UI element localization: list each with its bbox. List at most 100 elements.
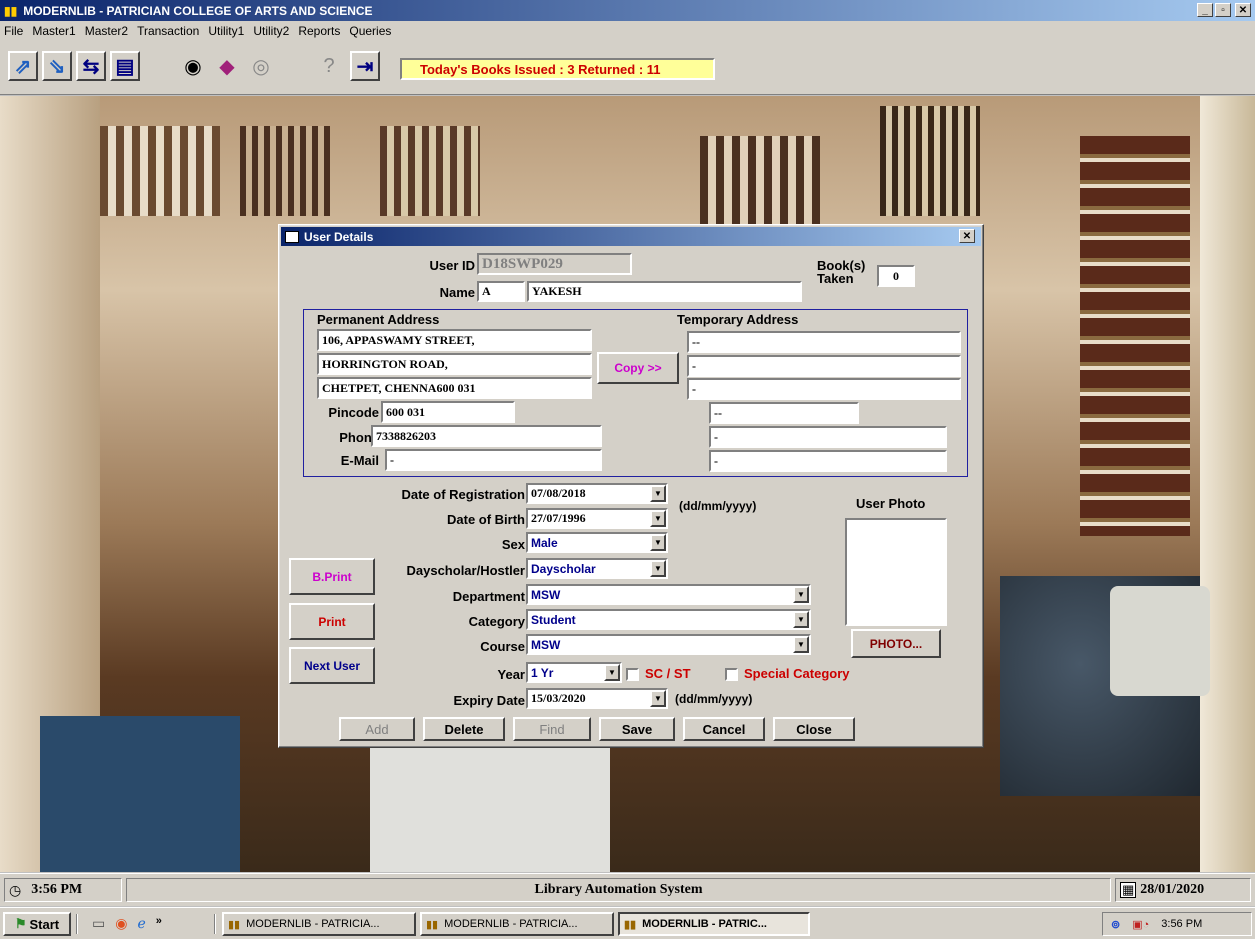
menu-reports[interactable]: Reports	[298, 24, 340, 38]
year-select[interactable]: 1 Yr ▼	[526, 662, 622, 683]
category-select[interactable]: Student ▼	[526, 609, 811, 630]
eye-icon[interactable]: ◉	[178, 51, 208, 81]
temp-address-line2[interactable]: -	[687, 355, 961, 377]
name-field[interactable]: YAKESH	[527, 281, 802, 302]
perm-address-line2[interactable]: HORRINGTON ROAD,	[317, 353, 592, 375]
menu-utility2[interactable]: Utility2	[253, 24, 289, 38]
phone-field[interactable]: 7338826203	[371, 425, 602, 447]
minimize-button[interactable]: _	[1197, 3, 1213, 17]
task-app-icon-3: ▮▮	[624, 918, 637, 931]
special-category-label: Special Category	[744, 666, 850, 681]
help-icon[interactable]: ?	[314, 51, 344, 81]
book-icon[interactable]: ◆	[212, 51, 242, 81]
department-select[interactable]: MSW ▼	[526, 584, 811, 605]
perm-address-line1-value: 106, APPASWAMY STREET,	[322, 332, 475, 347]
category-dropdown-icon[interactable]: ▼	[793, 611, 809, 628]
menu-file[interactable]: File	[4, 24, 23, 38]
task-item-3[interactable]: ▮▮ MODERNLIB - PATRIC...	[618, 912, 810, 936]
report-icon[interactable]: ▤	[110, 51, 140, 81]
expiry-label: Expiry Date	[453, 693, 525, 708]
temp-email-field[interactable]: -	[709, 450, 947, 472]
sex-dropdown-icon[interactable]: ▼	[650, 534, 666, 551]
task-item-1[interactable]: ▮▮ MODERNLIB - PATRICIA...	[222, 912, 416, 936]
course-dropdown-icon[interactable]: ▼	[793, 636, 809, 653]
close-window-button[interactable]: ✕	[1235, 3, 1251, 17]
expiry-date-picker[interactable]: 15/03/2020 ▼	[526, 688, 668, 709]
windows-logo-icon: ⚑	[14, 916, 27, 931]
dayscholar-value: Dayscholar	[531, 561, 596, 576]
dialog-close-button[interactable]: ✕	[959, 229, 975, 243]
user-id-field[interactable]: D18SWP029	[477, 253, 632, 275]
show-desktop-icon[interactable]: ▭	[92, 915, 105, 932]
menu-transaction[interactable]: Transaction	[137, 24, 199, 38]
course-select[interactable]: MSW ▼	[526, 634, 811, 655]
delete-button[interactable]: Delete	[423, 717, 505, 741]
dob-picker[interactable]: 27/07/1996 ▼	[526, 508, 668, 529]
dob-label: Date of Birth	[447, 512, 525, 527]
ie-icon[interactable]: ℯ	[137, 915, 145, 932]
task-label-2: MODERNLIB - PATRICIA...	[444, 918, 578, 930]
books-taken-label: Book(s) Taken	[817, 259, 865, 285]
app-icon: ▮▮	[4, 3, 18, 18]
dialog-title: User Details	[304, 229, 374, 244]
reg-date-picker[interactable]: 07/08/2018 ▼	[526, 483, 668, 504]
perm-address-line1[interactable]: 106, APPASWAMY STREET,	[317, 329, 592, 351]
special-category-checkbox[interactable]	[725, 668, 738, 681]
return-icon[interactable]: ⇘	[42, 51, 72, 81]
menu-master1[interactable]: Master1	[32, 24, 75, 38]
photo-button[interactable]: PHOTO...	[851, 629, 941, 658]
dayscholar-select[interactable]: Dayscholar ▼	[526, 558, 668, 579]
perm-address-line2-value: HORRINGTON ROAD,	[322, 356, 448, 371]
dayscholar-dropdown-icon[interactable]: ▼	[650, 560, 666, 577]
task-item-2[interactable]: ▮▮ MODERNLIB - PATRICIA...	[420, 912, 614, 936]
email-field[interactable]: -	[385, 449, 602, 471]
reg-date-dropdown-icon[interactable]: ▼	[650, 485, 666, 502]
find-button[interactable]: Find	[513, 717, 591, 741]
temp-phone-field[interactable]: -	[709, 426, 947, 448]
maximize-button[interactable]: ▫	[1215, 3, 1231, 17]
department-dropdown-icon[interactable]: ▼	[793, 586, 809, 603]
chrome-icon[interactable]: ◉	[115, 915, 127, 932]
dob-dropdown-icon[interactable]: ▼	[650, 510, 666, 527]
year-dropdown-icon[interactable]: ▼	[604, 664, 620, 681]
cd-icon[interactable]: ◎	[246, 51, 276, 81]
transfer-icon[interactable]: ⇆	[76, 51, 106, 81]
bprint-button-label: B.Print	[312, 569, 352, 584]
print-button[interactable]: Print	[289, 603, 375, 640]
bprint-button[interactable]: B.Print	[289, 558, 375, 595]
menu-queries[interactable]: Queries	[349, 24, 391, 38]
user-photo-label: User Photo	[856, 496, 926, 511]
add-button-label: Add	[365, 721, 389, 737]
expiry-dropdown-icon[interactable]: ▼	[650, 690, 666, 707]
today-banner-text: Today's Books Issued : 3 Returned : 11	[420, 61, 661, 77]
pincode-field[interactable]: 600 031	[381, 401, 515, 423]
cancel-button[interactable]: Cancel	[683, 717, 765, 741]
tray-shield-icon[interactable]: ⊚	[1111, 918, 1120, 931]
temp-address-line1[interactable]: --	[687, 331, 961, 353]
save-button[interactable]: Save	[599, 717, 675, 741]
temp-address-line3[interactable]: -	[687, 378, 961, 400]
perm-address-line3[interactable]: CHETPET, CHENNA600 031	[317, 377, 592, 399]
next-user-button[interactable]: Next User	[289, 647, 375, 684]
taskbar: ⚑ Start ▭ ◉ ℯ » ▮▮ MODERNLIB - PATRICIA.…	[0, 907, 1255, 939]
close-button[interactable]: Close	[773, 717, 855, 741]
name-label: Name	[439, 285, 475, 300]
sc-st-checkbox[interactable]	[626, 668, 639, 681]
menu-utility1[interactable]: Utility1	[208, 24, 244, 38]
more-launch-icon[interactable]: »	[156, 915, 162, 932]
status-center-text: Library Automation System	[534, 882, 703, 897]
start-button[interactable]: ⚑ Start	[3, 912, 71, 936]
add-button[interactable]: Add	[339, 717, 415, 741]
tray-clock[interactable]: 3:56 PM	[1161, 918, 1202, 930]
department-value: MSW	[531, 587, 561, 602]
menu-master2[interactable]: Master2	[85, 24, 128, 38]
issue-icon[interactable]: ⇗	[8, 51, 38, 81]
exit-icon[interactable]: ⇥	[350, 51, 380, 81]
app-title-bar: ▮▮ MODERNLIB - PATRICIAN COLLEGE OF ARTS…	[0, 0, 1255, 21]
tray-network-icon[interactable]: ▣◔	[1132, 918, 1149, 931]
status-bar: ◷ 3:56 PM Library Automation System ▦ 28…	[0, 873, 1255, 906]
temp-pincode-field[interactable]: --	[709, 402, 859, 424]
sex-select[interactable]: Male ▼	[526, 532, 668, 553]
copy-address-button[interactable]: Copy >>	[597, 352, 679, 384]
name-initial-field[interactable]: A	[477, 281, 525, 302]
